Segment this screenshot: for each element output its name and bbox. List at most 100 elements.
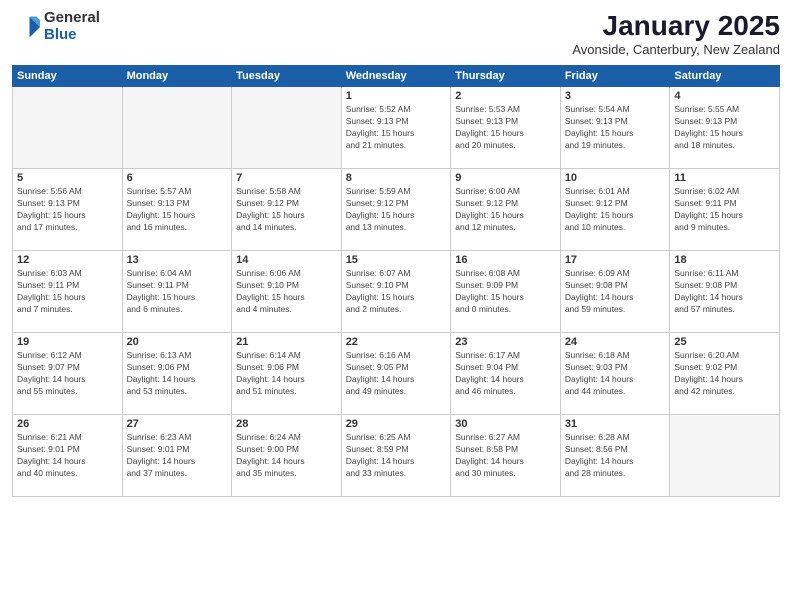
day-number: 7: [236, 172, 337, 184]
day-cell: 2 Sunrise: 5:53 AM Sunset: 9:13 PM Daylig…: [451, 87, 561, 169]
day-cell: 15 Sunrise: 6:07 AM Sunset: 9:10 PM Dayli…: [341, 251, 451, 333]
day-cell: [13, 87, 123, 169]
day-cell: 9 Sunrise: 6:00 AM Sunset: 9:12 PM Daylig…: [451, 169, 561, 251]
day-cell: 13 Sunrise: 6:04 AM Sunset: 9:11 PM Dayli…: [122, 251, 232, 333]
day-cell: 10 Sunrise: 6:01 AM Sunset: 9:12 PM Dayli…: [560, 169, 670, 251]
day-info: Sunrise: 5:56 AM Sunset: 9:13 PM Dayligh…: [17, 186, 118, 234]
day-cell: 30 Sunrise: 6:27 AM Sunset: 8:58 PM Dayli…: [451, 415, 561, 497]
calendar-subtitle: Avonside, Canterbury, New Zealand: [572, 42, 780, 57]
logo-text: General Blue: [44, 10, 100, 43]
day-info: Sunrise: 6:14 AM Sunset: 9:06 PM Dayligh…: [236, 350, 337, 398]
calendar-title: January 2025: [572, 10, 780, 42]
day-number: 11: [674, 172, 775, 184]
day-info: Sunrise: 6:17 AM Sunset: 9:04 PM Dayligh…: [455, 350, 556, 398]
week-row-4: 26 Sunrise: 6:21 AM Sunset: 9:01 PM Dayli…: [13, 415, 780, 497]
day-number: 10: [565, 172, 666, 184]
day-info: Sunrise: 6:01 AM Sunset: 9:12 PM Dayligh…: [565, 186, 666, 234]
day-number: 22: [346, 336, 447, 348]
day-cell: 19 Sunrise: 6:12 AM Sunset: 9:07 PM Dayli…: [13, 333, 123, 415]
day-info: Sunrise: 6:12 AM Sunset: 9:07 PM Dayligh…: [17, 350, 118, 398]
day-cell: 27 Sunrise: 6:23 AM Sunset: 9:01 PM Dayli…: [122, 415, 232, 497]
weekday-header-wednesday: Wednesday: [341, 66, 451, 87]
day-number: 19: [17, 336, 118, 348]
logo-blue-text: Blue: [44, 27, 100, 44]
day-info: Sunrise: 6:00 AM Sunset: 9:12 PM Dayligh…: [455, 186, 556, 234]
day-info: Sunrise: 6:03 AM Sunset: 9:11 PM Dayligh…: [17, 268, 118, 316]
day-cell: 17Sunrise: 6:09 AM Sunset: 9:08 PM Dayli…: [560, 251, 670, 333]
day-number: 9: [455, 172, 556, 184]
day-info: Sunrise: 6:23 AM Sunset: 9:01 PM Dayligh…: [127, 432, 228, 480]
title-block: January 2025 Avonside, Canterbury, New Z…: [572, 10, 780, 57]
day-number: 21: [236, 336, 337, 348]
day-cell: [670, 415, 780, 497]
day-cell: 4Sunrise: 5:55 AM Sunset: 9:13 PM Daylig…: [670, 87, 780, 169]
weekday-header-row: SundayMondayTuesdayWednesdayThursdayFrid…: [13, 66, 780, 87]
calendar-table: SundayMondayTuesdayWednesdayThursdayFrid…: [12, 65, 780, 497]
day-cell: 29 Sunrise: 6:25 AM Sunset: 8:59 PM Dayli…: [341, 415, 451, 497]
day-cell: 11Sunrise: 6:02 AM Sunset: 9:11 PM Dayli…: [670, 169, 780, 251]
logo-icon: [12, 13, 40, 41]
day-info: Sunrise: 6:21 AM Sunset: 9:01 PM Dayligh…: [17, 432, 118, 480]
day-number: 29: [346, 418, 447, 430]
day-number: 24: [565, 336, 666, 348]
day-cell: 8Sunrise: 5:59 AM Sunset: 9:12 PM Daylig…: [341, 169, 451, 251]
day-cell: 14 Sunrise: 6:06 AM Sunset: 9:10 PM Dayli…: [232, 251, 342, 333]
day-info: Sunrise: 6:24 AM Sunset: 9:00 PM Dayligh…: [236, 432, 337, 480]
day-number: 17: [565, 254, 666, 266]
day-cell: 7 Sunrise: 5:58 AM Sunset: 9:12 PM Daylig…: [232, 169, 342, 251]
day-number: 1: [346, 90, 447, 102]
day-number: 15: [346, 254, 447, 266]
day-cell: 28Sunrise: 6:24 AM Sunset: 9:00 PM Dayli…: [232, 415, 342, 497]
day-info: Sunrise: 6:25 AM Sunset: 8:59 PM Dayligh…: [346, 432, 447, 480]
logo: General Blue: [12, 10, 100, 43]
day-info: Sunrise: 5:55 AM Sunset: 9:13 PM Dayligh…: [674, 104, 775, 152]
day-number: 3: [565, 90, 666, 102]
day-info: Sunrise: 6:07 AM Sunset: 9:10 PM Dayligh…: [346, 268, 447, 316]
day-cell: [122, 87, 232, 169]
day-number: 31: [565, 418, 666, 430]
day-info: Sunrise: 6:06 AM Sunset: 9:10 PM Dayligh…: [236, 268, 337, 316]
day-number: 26: [17, 418, 118, 430]
day-cell: 25Sunrise: 6:20 AM Sunset: 9:02 PM Dayli…: [670, 333, 780, 415]
day-info: Sunrise: 6:28 AM Sunset: 8:56 PM Dayligh…: [565, 432, 666, 480]
day-number: 27: [127, 418, 228, 430]
page: General Blue January 2025 Avonside, Cant…: [0, 0, 792, 612]
day-number: 16: [455, 254, 556, 266]
day-info: Sunrise: 5:57 AM Sunset: 9:13 PM Dayligh…: [127, 186, 228, 234]
day-cell: 1 Sunrise: 5:52 AM Sunset: 9:13 PM Daylig…: [341, 87, 451, 169]
day-number: 2: [455, 90, 556, 102]
day-number: 6: [127, 172, 228, 184]
day-cell: [232, 87, 342, 169]
weekday-header-monday: Monday: [122, 66, 232, 87]
week-row-0: 1 Sunrise: 5:52 AM Sunset: 9:13 PM Daylig…: [13, 87, 780, 169]
day-info: Sunrise: 6:16 AM Sunset: 9:05 PM Dayligh…: [346, 350, 447, 398]
day-number: 20: [127, 336, 228, 348]
day-number: 25: [674, 336, 775, 348]
header: General Blue January 2025 Avonside, Cant…: [12, 10, 780, 57]
day-cell: 26 Sunrise: 6:21 AM Sunset: 9:01 PM Dayli…: [13, 415, 123, 497]
day-number: 23: [455, 336, 556, 348]
day-info: Sunrise: 5:53 AM Sunset: 9:13 PM Dayligh…: [455, 104, 556, 152]
day-info: Sunrise: 5:58 AM Sunset: 9:12 PM Dayligh…: [236, 186, 337, 234]
day-info: Sunrise: 5:52 AM Sunset: 9:13 PM Dayligh…: [346, 104, 447, 152]
day-info: Sunrise: 5:54 AM Sunset: 9:13 PM Dayligh…: [565, 104, 666, 152]
day-cell: 23 Sunrise: 6:17 AM Sunset: 9:04 PM Dayli…: [451, 333, 561, 415]
day-number: 30: [455, 418, 556, 430]
week-row-3: 19 Sunrise: 6:12 AM Sunset: 9:07 PM Dayli…: [13, 333, 780, 415]
weekday-header-tuesday: Tuesday: [232, 66, 342, 87]
weekday-header-friday: Friday: [560, 66, 670, 87]
day-cell: 20 Sunrise: 6:13 AM Sunset: 9:06 PM Dayli…: [122, 333, 232, 415]
day-info: Sunrise: 6:04 AM Sunset: 9:11 PM Dayligh…: [127, 268, 228, 316]
day-cell: 31 Sunrise: 6:28 AM Sunset: 8:56 PM Dayli…: [560, 415, 670, 497]
logo-general-text: General: [44, 10, 100, 27]
day-info: Sunrise: 6:13 AM Sunset: 9:06 PM Dayligh…: [127, 350, 228, 398]
day-cell: 6 Sunrise: 5:57 AM Sunset: 9:13 PM Daylig…: [122, 169, 232, 251]
day-number: 14: [236, 254, 337, 266]
day-info: Sunrise: 6:27 AM Sunset: 8:58 PM Dayligh…: [455, 432, 556, 480]
day-number: 18: [674, 254, 775, 266]
day-cell: 21 Sunrise: 6:14 AM Sunset: 9:06 PM Dayli…: [232, 333, 342, 415]
day-number: 13: [127, 254, 228, 266]
day-number: 12: [17, 254, 118, 266]
weekday-header-thursday: Thursday: [451, 66, 561, 87]
day-cell: 3 Sunrise: 5:54 AM Sunset: 9:13 PM Daylig…: [560, 87, 670, 169]
